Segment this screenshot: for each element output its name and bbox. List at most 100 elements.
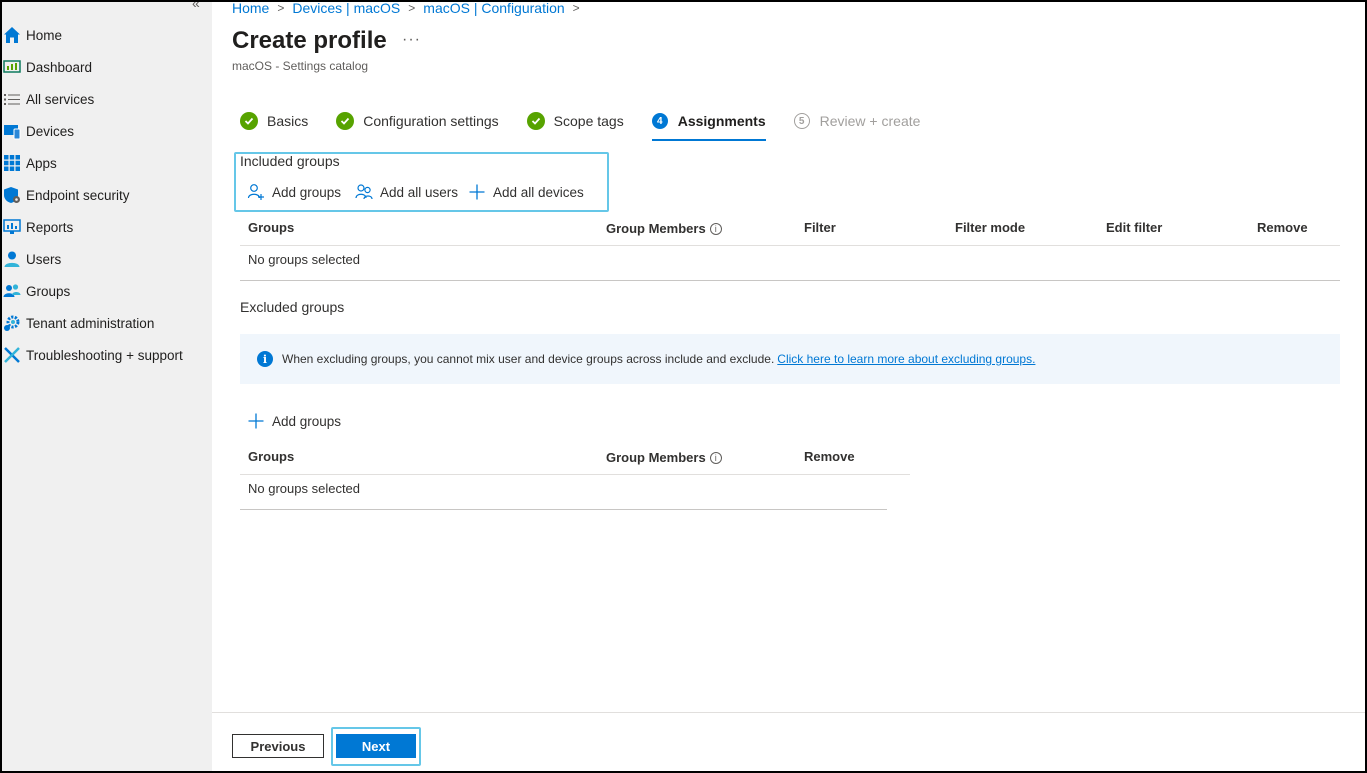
sidebar-item-label: Tenant administration: [26, 315, 155, 331]
collapse-sidebar-icon[interactable]: «: [192, 0, 200, 11]
add-person-icon: [247, 183, 265, 201]
info-icon[interactable]: i: [709, 222, 722, 235]
breadcrumb-devices-macos[interactable]: Devices | macOS: [292, 0, 400, 16]
devices-icon: [3, 122, 21, 140]
col-groups[interactable]: Groups: [248, 220, 294, 235]
tools-icon: [3, 346, 21, 364]
col-group-members-label: Group Members: [606, 221, 706, 236]
col-group-members[interactable]: Group Members i: [606, 450, 722, 465]
col-filter-mode[interactable]: Filter mode: [955, 220, 1025, 235]
sidebar-item-tenant-administration[interactable]: Tenant administration: [2, 307, 212, 339]
wizard-steps: Basics Configuration settings Scope tags…: [240, 109, 948, 141]
add-all-devices-label: Add all devices: [493, 184, 584, 200]
info-message-text: When excluding groups, you cannot mix us…: [282, 352, 775, 366]
included-groups-label: Included groups: [240, 153, 340, 169]
sidebar-item-label: Users: [26, 251, 62, 267]
reports-icon: [3, 218, 21, 236]
step-number-badge: 5: [793, 113, 810, 129]
add-all-devices-button[interactable]: Add all devices: [468, 183, 584, 201]
users-icon: [355, 183, 373, 201]
sidebar-nav: « Home Dashboard All services Devices Ap…: [2, 0, 212, 773]
sidebar-item-devices[interactable]: Devices: [2, 115, 212, 147]
step-configuration-settings[interactable]: Configuration settings: [336, 109, 499, 133]
dashboard-icon: [3, 58, 21, 76]
chevron-right-icon: >: [572, 1, 580, 15]
main-content: Home > Devices | macOS > macOS | Configu…: [212, 0, 1365, 773]
add-excluded-groups-button[interactable]: Add groups: [247, 412, 341, 430]
col-remove[interactable]: Remove: [804, 449, 855, 464]
sidebar-item-troubleshooting[interactable]: Troubleshooting + support: [2, 339, 212, 371]
add-all-users-label: Add all users: [380, 184, 459, 200]
plus-icon: [468, 183, 486, 201]
breadcrumb-macos-configuration[interactable]: macOS | Configuration: [423, 0, 564, 16]
add-groups-label: Add groups: [272, 413, 342, 429]
next-button[interactable]: Next: [336, 734, 416, 758]
checkmark-icon: [526, 112, 545, 130]
table-header-divider: [240, 245, 1340, 246]
footer-bar: Previous Next: [212, 712, 1365, 773]
shield-icon: [3, 186, 21, 204]
col-remove[interactable]: Remove: [1257, 220, 1308, 235]
step-basics[interactable]: Basics: [240, 109, 308, 133]
sidebar-item-home[interactable]: Home: [2, 19, 212, 51]
sidebar-item-groups[interactable]: Groups: [2, 275, 212, 307]
learn-more-link[interactable]: Click here to learn more about excluding…: [777, 352, 1035, 366]
checkmark-icon: [336, 112, 355, 130]
col-filter[interactable]: Filter: [804, 220, 836, 235]
table-bottom-divider: [240, 280, 1340, 281]
chevron-right-icon: >: [408, 1, 416, 15]
sidebar-item-users[interactable]: Users: [2, 243, 212, 275]
sidebar-item-label: All services: [26, 91, 95, 107]
step-label: Basics: [267, 113, 309, 129]
sidebar-item-reports[interactable]: Reports: [2, 211, 212, 243]
excluded-groups-label: Excluded groups: [240, 299, 345, 315]
info-icon[interactable]: i: [709, 451, 722, 464]
add-groups-button[interactable]: Add groups: [247, 183, 341, 201]
breadcrumb: Home > Devices | macOS > macOS | Configu…: [232, 0, 580, 16]
sidebar-item-endpoint-security[interactable]: Endpoint security: [2, 179, 212, 211]
step-number-badge: 4: [651, 113, 668, 129]
col-edit-filter[interactable]: Edit filter: [1106, 220, 1162, 235]
sidebar-item-label: Devices: [26, 123, 75, 139]
sidebar-item-all-services[interactable]: All services: [2, 83, 212, 115]
sidebar-item-dashboard[interactable]: Dashboard: [2, 51, 212, 83]
step-label: Review + create: [819, 113, 921, 129]
step-label: Configuration settings: [363, 113, 499, 129]
home-icon: [3, 26, 21, 44]
add-all-users-button[interactable]: Add all users: [355, 183, 458, 201]
add-groups-label: Add groups: [272, 184, 342, 200]
step-scope-tags[interactable]: Scope tags: [526, 109, 624, 133]
groups-icon: [3, 282, 21, 300]
page-subtitle: macOS - Settings catalog: [232, 59, 369, 73]
info-message-bar: i When excluding groups, you cannot mix …: [240, 334, 1340, 384]
page-title: Create profile: [232, 27, 387, 54]
step-review-create[interactable]: 5 Review + create: [793, 109, 921, 133]
info-circle-icon: i: [257, 351, 273, 367]
included-empty-message: No groups selected: [248, 252, 361, 267]
previous-button[interactable]: Previous: [232, 734, 324, 758]
gear-icon: [3, 314, 21, 332]
more-options-icon[interactable]: ···: [402, 31, 421, 49]
step-label: Scope tags: [553, 113, 624, 129]
sidebar-item-label: Dashboard: [26, 59, 93, 75]
step-assignments[interactable]: 4 Assignments: [651, 109, 766, 141]
sidebar-item-label: Troubleshooting + support: [26, 347, 183, 363]
sidebar-item-label: Endpoint security: [26, 187, 130, 203]
col-group-members-label: Group Members: [606, 450, 706, 465]
excluded-empty-message: No groups selected: [248, 481, 361, 496]
plus-icon: [247, 412, 265, 430]
sidebar-item-label: Apps: [26, 155, 57, 171]
user-icon: [3, 250, 21, 268]
sidebar-item-label: Reports: [26, 219, 74, 235]
step-label: Assignments: [677, 113, 766, 129]
list-icon: [3, 90, 21, 108]
sidebar-item-label: Groups: [26, 283, 71, 299]
breadcrumb-home[interactable]: Home: [232, 0, 269, 16]
sidebar-item-apps[interactable]: Apps: [2, 147, 212, 179]
apps-grid-icon: [3, 154, 21, 172]
checkmark-icon: [240, 112, 258, 130]
sidebar-item-label: Home: [26, 27, 63, 43]
col-group-members[interactable]: Group Members i: [606, 221, 722, 236]
table-bottom-divider: [240, 509, 887, 510]
col-groups[interactable]: Groups: [248, 449, 294, 464]
